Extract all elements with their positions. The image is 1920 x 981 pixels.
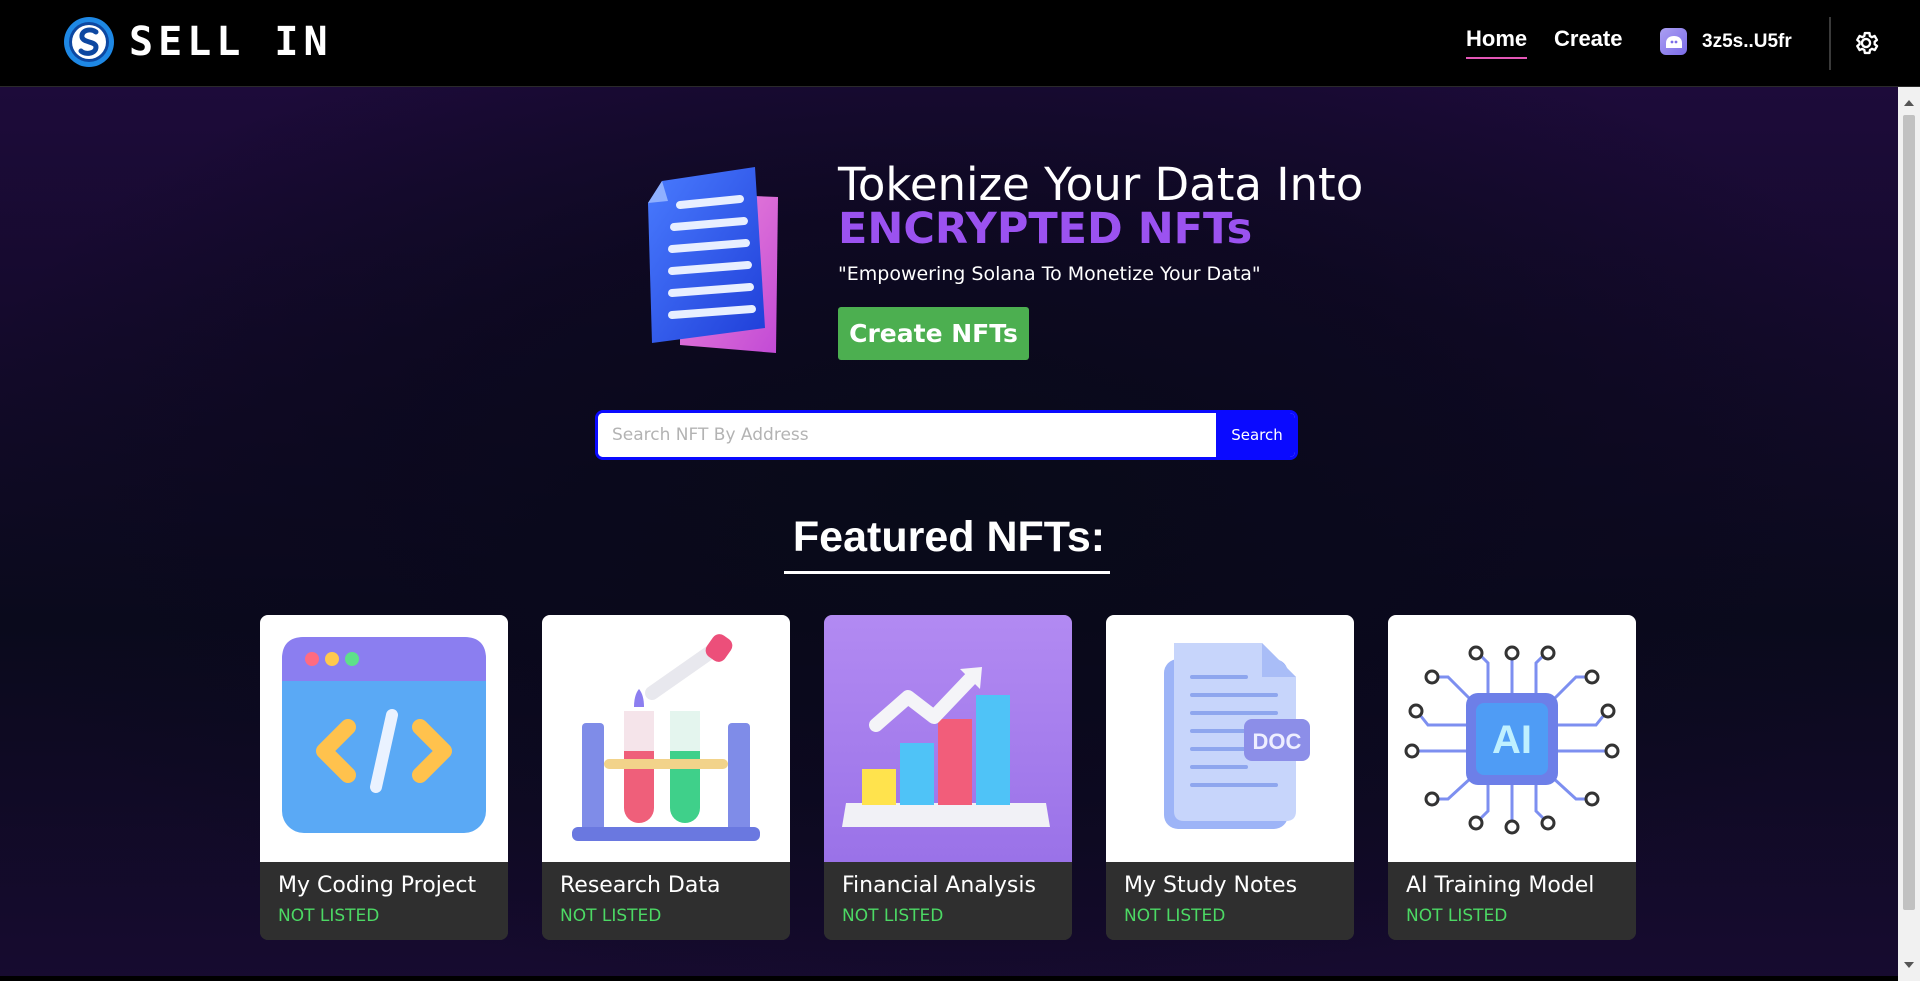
code-window-icon bbox=[282, 637, 486, 833]
nft-card[interactable]: DOC My Study Notes NOT LISTED bbox=[1106, 615, 1354, 940]
nft-card[interactable]: Research Data NOT LISTED bbox=[542, 615, 790, 940]
doc-file-icon: DOC bbox=[1164, 643, 1310, 829]
nav-create[interactable]: Create bbox=[1554, 26, 1622, 52]
svg-text:AI: AI bbox=[1492, 718, 1532, 762]
nft-card-name: AI Training Model bbox=[1406, 873, 1595, 898]
nft-card-name: Financial Analysis bbox=[842, 873, 1036, 898]
featured-underline bbox=[784, 571, 1110, 574]
search-button[interactable]: Search bbox=[1216, 413, 1295, 457]
nft-card-info: Financial Analysis NOT LISTED bbox=[824, 862, 1072, 940]
hero-subtitle: "Empowering Solana To Monetize Your Data… bbox=[838, 263, 1261, 285]
wallet-button[interactable]: 3z5s..U5fr bbox=[1660, 28, 1792, 55]
svg-text:DOC: DOC bbox=[1253, 729, 1302, 754]
nft-card-image bbox=[824, 615, 1072, 862]
nft-card-name: My Coding Project bbox=[278, 873, 477, 898]
settings-gear-icon[interactable] bbox=[1852, 29, 1880, 57]
logo-icon bbox=[64, 17, 114, 67]
top-navbar: SELL IN Home Create 3z5s..U5fr bbox=[0, 0, 1920, 87]
search-bar: Search bbox=[595, 410, 1298, 460]
nft-card-name: Research Data bbox=[560, 873, 721, 898]
nft-card-name: My Study Notes bbox=[1124, 873, 1298, 898]
nft-card-image bbox=[542, 615, 790, 862]
scroll-down-arrow-icon[interactable] bbox=[1904, 962, 1914, 968]
nft-card[interactable]: My Coding Project NOT LISTED bbox=[260, 615, 508, 940]
nft-card-info: My Study Notes NOT LISTED bbox=[1106, 862, 1354, 940]
nav-home[interactable]: Home bbox=[1466, 26, 1528, 59]
featured-heading: Featured NFTs: bbox=[792, 513, 1106, 561]
nft-card-info: My Coding Project NOT LISTED bbox=[260, 862, 508, 940]
nft-card[interactable]: AI AI Training Model NOT LISTED bbox=[1388, 615, 1636, 940]
test-tubes-icon bbox=[572, 634, 760, 841]
create-nfts-button[interactable]: Create NFTs bbox=[838, 307, 1029, 360]
nft-card-image bbox=[260, 615, 508, 862]
document-stack-icon bbox=[648, 167, 778, 353]
header-divider bbox=[1829, 17, 1831, 70]
scroll-up-arrow-icon[interactable] bbox=[1904, 100, 1914, 106]
bottom-edge bbox=[0, 976, 1898, 981]
nft-card-info: AI Training Model NOT LISTED bbox=[1388, 862, 1636, 940]
nft-card-status: NOT LISTED bbox=[842, 906, 944, 926]
search-input[interactable] bbox=[598, 413, 1216, 457]
nft-card[interactable]: Financial Analysis NOT LISTED bbox=[824, 615, 1072, 940]
brand-name: SELL IN bbox=[129, 19, 333, 65]
phantom-wallet-icon bbox=[1660, 28, 1687, 55]
nft-card-status: NOT LISTED bbox=[278, 906, 380, 926]
ai-chip-icon: AI bbox=[1404, 645, 1620, 835]
brand-logo[interactable]: SELL IN bbox=[63, 16, 333, 68]
nft-card-image: DOC bbox=[1106, 615, 1354, 862]
hero-title-highlight: ENCRYPTED NFTs bbox=[838, 204, 1253, 254]
bar-chart-icon bbox=[842, 667, 1050, 827]
wallet-address: 3z5s..U5fr bbox=[1702, 30, 1792, 52]
nft-card-status: NOT LISTED bbox=[560, 906, 662, 926]
nft-card-status: NOT LISTED bbox=[1406, 906, 1508, 926]
nft-card-status: NOT LISTED bbox=[1124, 906, 1226, 926]
nft-card-image: AI bbox=[1388, 615, 1636, 862]
scrollbar-thumb[interactable] bbox=[1903, 115, 1915, 910]
nft-card-info: Research Data NOT LISTED bbox=[542, 862, 790, 940]
